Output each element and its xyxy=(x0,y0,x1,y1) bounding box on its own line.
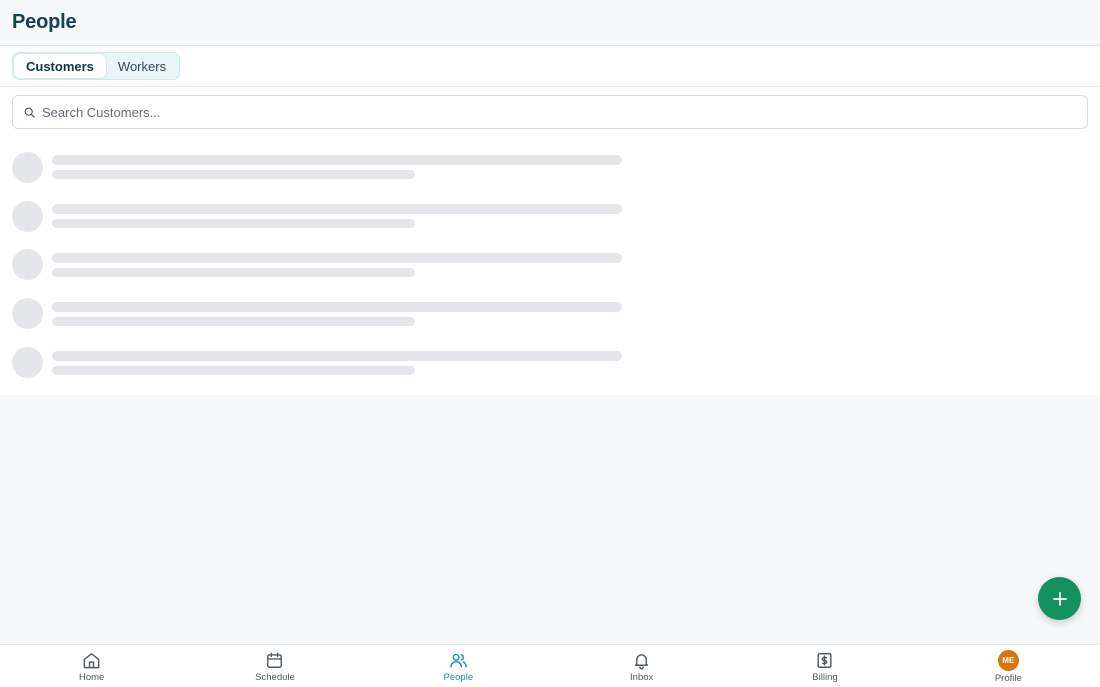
bell-icon xyxy=(634,654,649,670)
skeleton-avatar xyxy=(12,151,43,183)
bottom-nav: Home Schedule People Inbox Billing ME Pr… xyxy=(0,644,1100,687)
search-box[interactable] xyxy=(12,95,1088,129)
nav-label-billing: Billing xyxy=(812,672,838,683)
skeleton-row xyxy=(12,289,1088,338)
search-section xyxy=(0,87,1100,135)
skeleton-row xyxy=(12,192,1088,241)
nav-label-home: Home xyxy=(78,672,105,683)
skeleton-line xyxy=(52,252,622,263)
nav-label-people: People xyxy=(443,672,474,683)
tab-customers[interactable]: Customers xyxy=(14,54,106,78)
skeleton-line xyxy=(52,365,415,375)
nav-people[interactable]: People xyxy=(367,645,550,687)
header: People xyxy=(0,0,1100,46)
tabs-bar: Customers Workers xyxy=(0,46,1100,87)
plus-icon xyxy=(1052,591,1067,606)
nav-inbox[interactable]: Inbox xyxy=(550,645,733,687)
skeleton-row xyxy=(12,241,1088,290)
skeleton-avatar xyxy=(12,249,43,281)
skeleton-line xyxy=(52,204,622,215)
home-icon xyxy=(83,653,100,669)
skeleton-line xyxy=(52,350,622,361)
segmented-control: Customers Workers xyxy=(12,52,181,80)
calendar-icon xyxy=(267,652,283,668)
skeleton-avatar xyxy=(12,347,43,379)
nav-home[interactable]: Home xyxy=(0,645,183,687)
nav-label-schedule: Schedule xyxy=(255,672,295,683)
skeleton-line xyxy=(52,301,622,312)
nav-schedule[interactable]: Schedule xyxy=(183,645,366,687)
page-title: People xyxy=(12,11,77,33)
skeleton-row xyxy=(12,338,1088,387)
search-icon xyxy=(24,107,35,118)
customer-list-loading xyxy=(0,135,1100,395)
nav-label-profile: Profile xyxy=(994,673,1022,684)
skeleton-avatar xyxy=(12,200,43,232)
nav-profile[interactable]: ME Profile xyxy=(917,645,1100,687)
app-root: People Customers Workers Search Customer… xyxy=(0,0,1100,687)
skeleton-avatar xyxy=(12,298,43,330)
skeleton-row xyxy=(12,143,1088,192)
add-customer-button[interactable] xyxy=(1038,577,1081,620)
nav-billing[interactable]: Billing xyxy=(733,645,916,687)
search-input[interactable] xyxy=(42,97,1087,127)
avatar: ME xyxy=(997,650,1019,671)
skeleton-line xyxy=(52,219,415,229)
skeleton-line xyxy=(52,170,415,180)
people-icon xyxy=(450,653,467,668)
skeleton-line xyxy=(52,267,415,277)
dollar-receipt-icon xyxy=(817,653,833,668)
skeleton-line xyxy=(52,316,415,326)
skeleton-line xyxy=(52,155,622,166)
tab-workers[interactable]: Workers xyxy=(106,54,178,78)
nav-label-inbox: Inbox xyxy=(630,672,654,683)
